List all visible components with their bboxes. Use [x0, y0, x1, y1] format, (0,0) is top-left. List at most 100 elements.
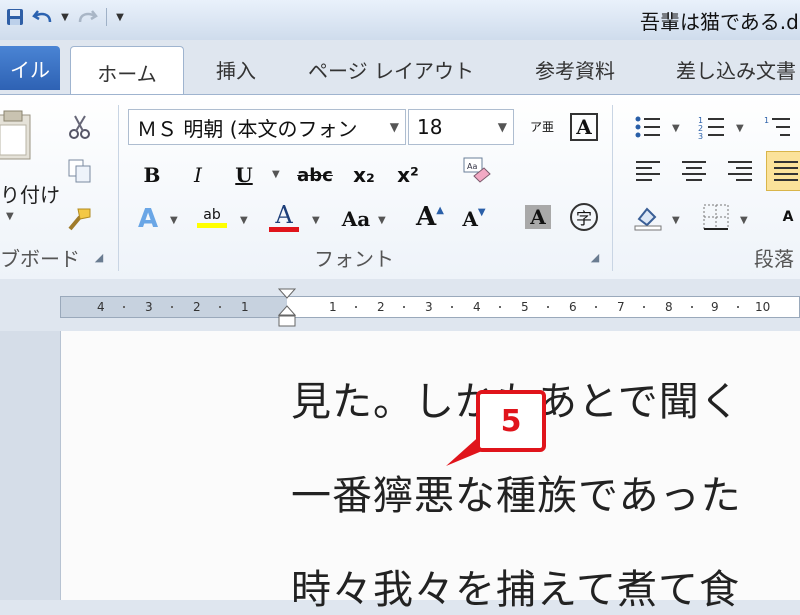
ruler-dot	[499, 306, 501, 308]
highlight-dropdown-icon[interactable]: ▼	[240, 215, 248, 226]
underline-button[interactable]: U	[226, 157, 262, 193]
tab-home[interactable]: ホーム	[70, 46, 184, 97]
bullets-dropdown-icon[interactable]: ▼	[672, 123, 680, 134]
numbering-dropdown-icon[interactable]: ▼	[736, 123, 744, 134]
text-effects-button[interactable]: A	[130, 201, 166, 237]
font-group-label: フォント	[314, 247, 394, 271]
tab-file[interactable]: イル	[0, 46, 60, 90]
highlight-button[interactable]: ab	[194, 199, 230, 235]
font-size-value: 18	[417, 115, 443, 139]
shrink-font-button[interactable]: A ▼	[456, 201, 492, 237]
ruler-dot	[691, 306, 693, 308]
clear-formatting-icon[interactable]: Aa	[458, 153, 494, 189]
tab-references[interactable]: 参考資料	[520, 52, 630, 86]
font-launcher-icon[interactable]: ◢	[588, 251, 602, 265]
shading-icon[interactable]	[630, 199, 666, 235]
underline-glyph: U	[235, 163, 253, 187]
italic-glyph: I	[194, 163, 202, 187]
shading-dropdown-icon[interactable]: ▼	[672, 215, 680, 226]
ruler-tick: 9	[711, 300, 719, 314]
font-color-dropdown-icon[interactable]: ▼	[312, 215, 320, 226]
font-size-combo[interactable]: 18 ▼	[408, 109, 514, 145]
ruler-dot	[737, 306, 739, 308]
ruler-dot	[451, 306, 453, 308]
paste-dropdown-icon[interactable]: ▼	[6, 211, 14, 222]
ruler-dot	[171, 306, 173, 308]
copy-icon[interactable]	[62, 153, 98, 189]
ruler-dot	[595, 306, 597, 308]
ruler-tick: 7	[617, 300, 625, 314]
change-case-button[interactable]: Aa	[334, 201, 378, 237]
group-separator	[118, 105, 119, 271]
character-shading-glyph: A	[525, 205, 551, 229]
tab-insert[interactable]: 挿入	[206, 52, 266, 86]
document-margin-area	[0, 331, 60, 600]
change-case-glyph: Aa	[341, 207, 371, 231]
text-effects-dropdown-icon[interactable]: ▼	[170, 215, 178, 226]
shrink-arrow-icon: ▼	[477, 206, 486, 218]
font-name-value: ＭＳ 明朝 (本文のフォン	[137, 116, 358, 141]
undo-icon[interactable]	[32, 6, 54, 28]
title-bar: ▼ ▼ 吾輩は猫である.d	[0, 0, 800, 40]
document-title: 吾輩は猫である.d	[640, 10, 799, 34]
horizontal-ruler[interactable]: 4 3 2 1 1 2 3 4 5 6 7 8 9 10	[60, 296, 800, 318]
ruler-tick: 4	[97, 300, 105, 314]
document-line[interactable]: 一番獰悪な種族であった	[291, 463, 742, 521]
ribbon: り付け ▼ ブボード ◢ ＭＳ 明朝 (本文のフォン ▼ 18 ▼ ア亜 A B…	[0, 94, 800, 280]
tab-mailings[interactable]: 差し込み文書	[676, 52, 800, 86]
customize-qat-icon[interactable]: ▼	[115, 6, 125, 28]
chevron-down-icon: ▼	[497, 120, 507, 134]
grow-font-button[interactable]: A ▲	[412, 199, 448, 235]
character-shading-button[interactable]: A	[520, 199, 556, 235]
align-left-icon[interactable]	[630, 153, 666, 189]
ruler-tick: 5	[521, 300, 529, 314]
phonetic-guide-icon[interactable]: ア亜	[524, 109, 560, 145]
cut-icon[interactable]	[62, 109, 98, 145]
undo-dropdown-icon[interactable]: ▼	[60, 6, 70, 28]
font-color-glyph: A	[275, 200, 293, 229]
borders-dropdown-icon[interactable]: ▼	[740, 215, 748, 226]
bold-glyph: B	[143, 163, 161, 187]
font-color-button[interactable]: A	[266, 199, 302, 235]
paste-icon[interactable]	[0, 109, 36, 165]
bullets-icon[interactable]	[630, 109, 666, 145]
ruler-tick: 4	[473, 300, 481, 314]
sort-icon[interactable]: A	[770, 199, 800, 235]
multilevel-list-icon[interactable]: 1	[760, 109, 796, 145]
ruler-dot	[643, 306, 645, 308]
svg-text:Aa: Aa	[467, 162, 477, 171]
grow-arrow-icon: ▲	[436, 204, 444, 216]
subscript-button[interactable]: x₂	[346, 157, 382, 193]
tab-page-layout[interactable]: ページ レイアウト	[306, 52, 476, 86]
superscript-glyph: x²	[397, 163, 419, 187]
save-icon[interactable]	[4, 6, 26, 28]
change-case-dropdown-icon[interactable]: ▼	[378, 215, 386, 226]
ruler-tick: 1	[329, 300, 337, 314]
document-line[interactable]: 時々我々を捕えて煮て食	[291, 557, 740, 615]
clipboard-launcher-icon[interactable]: ◢	[92, 251, 106, 265]
strikethrough-button[interactable]: abc	[294, 157, 336, 193]
char-border-icon: A	[570, 113, 598, 141]
borders-icon[interactable]	[698, 199, 734, 235]
ruler-tick: 8	[665, 300, 673, 314]
ruler-dot	[355, 306, 357, 308]
font-name-combo[interactable]: ＭＳ 明朝 (本文のフォン ▼	[128, 109, 406, 145]
indent-marker[interactable]	[277, 288, 297, 328]
superscript-button[interactable]: x²	[390, 157, 426, 193]
underline-dropdown-icon[interactable]: ▼	[272, 169, 280, 180]
align-center-icon[interactable]	[676, 153, 712, 189]
format-painter-icon[interactable]	[62, 201, 98, 237]
bold-button[interactable]: B	[134, 157, 170, 193]
italic-button[interactable]: I	[180, 157, 216, 193]
redo-icon[interactable]	[76, 6, 98, 28]
enclose-characters-button[interactable]: 字	[566, 199, 602, 235]
highlight-color-bar	[197, 222, 227, 228]
justify-icon[interactable]	[766, 151, 800, 191]
document-page[interactable]: 見た。しかもあとで聞く 一番獰悪な種族であった 時々我々を捕えて煮て食	[60, 331, 800, 613]
paste-label[interactable]: り付け	[0, 179, 60, 208]
numbering-icon[interactable]: 123	[694, 109, 730, 145]
paragraph-group-label: 段落	[754, 247, 794, 271]
align-right-icon[interactable]	[722, 153, 758, 189]
char-border-button[interactable]: A	[566, 109, 602, 145]
ribbon-tabs: ホーム 挿入 ページ レイアウト 参考資料 差し込み文書	[0, 40, 800, 97]
